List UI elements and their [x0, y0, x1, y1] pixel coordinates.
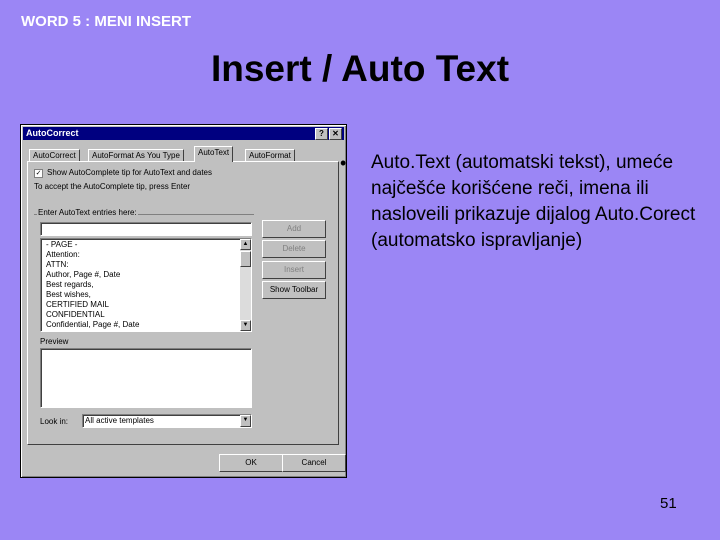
ok-button[interactable]: OK: [219, 454, 283, 472]
chevron-down-icon[interactable]: ▼: [240, 415, 251, 427]
delete-button[interactable]: Delete: [262, 240, 326, 258]
look-in-select[interactable]: All active templates ▼: [82, 414, 252, 428]
show-autocomplete-label: Show AutoComplete tip for AutoText and d…: [47, 168, 212, 177]
scroll-down-icon[interactable]: ▼: [240, 320, 251, 331]
autocorrect-dialog: AutoCorrect ? ✕ AutoCorrect AutoFormat A…: [20, 124, 347, 478]
bullet-text: Auto.Text (automatski tekst), umeće najč…: [371, 152, 696, 251]
autotext-entry-input[interactable]: [40, 222, 252, 236]
show-autocomplete-checkbox[interactable]: ✓: [34, 169, 43, 178]
list-item[interactable]: Attention:: [46, 250, 80, 259]
bullet-icon: •: [340, 153, 347, 173]
list-item[interactable]: - PAGE -: [46, 240, 77, 249]
insert-button[interactable]: Insert: [262, 261, 326, 279]
list-item[interactable]: Best wishes,: [46, 290, 91, 299]
scroll-thumb[interactable]: [240, 251, 251, 267]
list-item[interactable]: Author, Page #, Date: [46, 270, 120, 279]
list-item[interactable]: Best regards,: [46, 280, 94, 289]
show-toolbar-button[interactable]: Show Toolbar: [262, 281, 326, 299]
entries-label: Enter AutoText entries here:: [37, 208, 138, 217]
autotext-panel: ✓ Show AutoComplete tip for AutoText and…: [27, 161, 339, 445]
header-label: WORD 5 : MENI INSERT: [21, 13, 192, 30]
preview-box: [40, 348, 252, 408]
scroll-up-icon[interactable]: ▲: [240, 239, 251, 250]
look-in-value: All active templates: [85, 416, 154, 425]
add-button[interactable]: Add: [262, 220, 326, 238]
cancel-button[interactable]: Cancel: [282, 454, 346, 472]
look-in-label: Look in:: [40, 417, 69, 426]
list-item[interactable]: Confidential, Page #, Date: [46, 320, 139, 329]
close-button[interactable]: ✕: [329, 128, 342, 140]
help-button[interactable]: ?: [315, 128, 328, 140]
list-item[interactable]: ATTN:: [46, 260, 69, 269]
slide-number: 51: [660, 495, 677, 512]
accept-hint: To accept the AutoComplete tip, press En…: [34, 182, 191, 191]
autotext-entries-list[interactable]: - PAGE - Attention: ATTN: Author, Page #…: [40, 238, 252, 332]
dialog-title: AutoCorrect: [26, 128, 79, 138]
preview-label: Preview: [40, 337, 69, 346]
slide-title: Insert / Auto Text: [210, 48, 510, 89]
tab-autotext[interactable]: AutoText: [194, 146, 234, 162]
list-scrollbar[interactable]: ▲ ▼: [240, 239, 251, 331]
list-item[interactable]: CONFIDENTIAL: [46, 310, 105, 319]
dialog-titlebar[interactable]: AutoCorrect ? ✕: [23, 127, 344, 140]
list-item[interactable]: CERTIFIED MAIL: [46, 300, 109, 309]
